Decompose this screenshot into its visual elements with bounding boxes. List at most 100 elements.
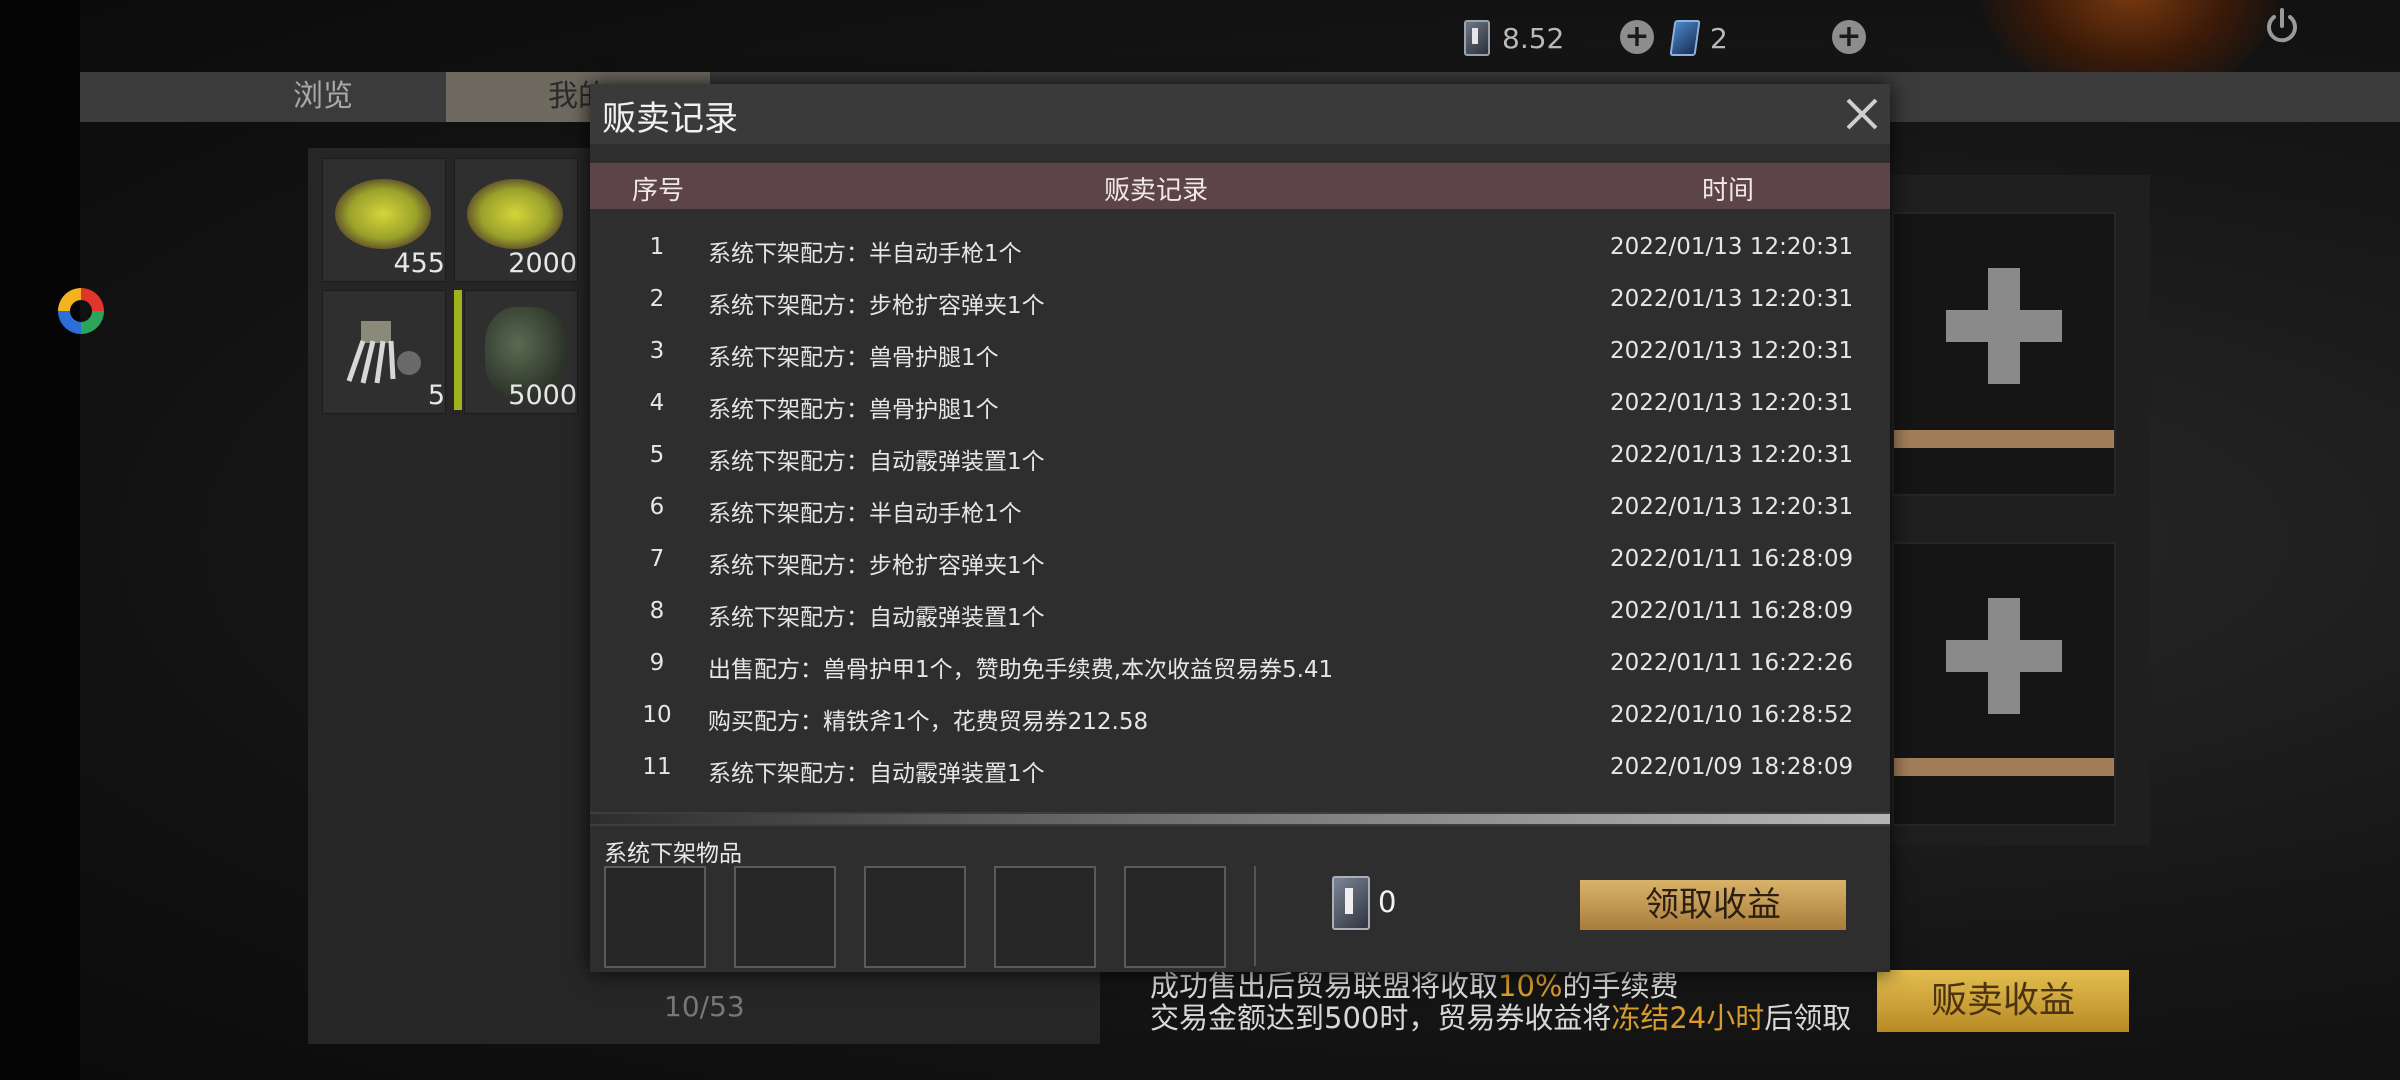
table-row: 10 购买配方：精铁斧1个，花费贸易券212.58 2022/01/10 16:…: [590, 690, 1890, 742]
table-row: 8 系统下架配方：自动霰弹装置1个 2022/01/11 16:28:09: [590, 586, 1890, 638]
delisted-slot[interactable]: [864, 866, 966, 968]
row-record: 系统下架配方：自动霰弹装置1个: [708, 449, 1045, 475]
row-record: 系统下架配方：步枪扩容弹夹1个: [708, 293, 1045, 319]
listing-slot-2[interactable]: [1892, 542, 2116, 826]
row-record: 系统下架配方：兽骨护腿1个: [708, 345, 999, 371]
divider: [1254, 866, 1256, 966]
row-index: 6: [649, 494, 665, 520]
row-index: 4: [649, 390, 665, 416]
row-time: 2022/01/09 18:28:09: [1610, 754, 1854, 780]
notice-highlight: 冻结24小时: [1611, 1001, 1765, 1035]
row-time: 2022/01/11 16:22:26: [1610, 650, 1854, 676]
delisted-slot[interactable]: [1124, 866, 1226, 968]
row-index: 8: [649, 598, 665, 624]
listing-slot-1[interactable]: [1892, 212, 2116, 496]
modal-header: [590, 84, 1890, 144]
item-count: 455: [393, 248, 445, 279]
delisted-slot[interactable]: [994, 866, 1096, 968]
table-row: 11 系统下架配方：自动霰弹装置1个 2022/01/09 18:28:09: [590, 742, 1890, 794]
close-button[interactable]: [1842, 94, 1882, 134]
tab-browse[interactable]: 浏览: [200, 72, 446, 122]
notice-text: 成功售出后贸易联盟将收取: [1150, 969, 1499, 1003]
item-count: 5: [427, 380, 445, 411]
inventory-slot[interactable]: 2000: [454, 158, 578, 282]
column-record: 贩卖记录: [1104, 176, 1209, 206]
table-header: 序号 贩卖记录 时间: [590, 163, 1890, 209]
table-row: 6 系统下架配方：半自动手枪1个 2022/01/13 12:20:31: [590, 482, 1890, 534]
row-record: 系统下架配方：自动霰弹装置1个: [708, 605, 1045, 631]
table-row: 5 系统下架配方：自动霰弹装置1个 2022/01/13 12:20:31: [590, 430, 1890, 482]
row-time: 2022/01/11 16:28:09: [1610, 598, 1854, 624]
table-row: 2 系统下架配方：步枪扩容弹夹1个 2022/01/13 12:20:31: [590, 274, 1890, 326]
delisted-slot[interactable]: [604, 866, 706, 968]
sell-earnings-button[interactable]: 贩卖收益: [1877, 970, 2129, 1032]
fee-notice: 成功售出后贸易联盟将收取10%的手续费 交易金额达到500时，贸易券收益将冻结2…: [1150, 970, 1851, 1034]
gem-amount: 2: [1710, 21, 1728, 55]
slot-stripe: [1894, 430, 2114, 448]
row-time: 2022/01/13 12:20:31: [1610, 390, 1854, 416]
inventory-slot[interactable]: 455: [322, 158, 446, 282]
yellow-powder-icon: [467, 179, 563, 249]
row-record: 出售配方：兽骨护甲1个，赞助免手续费,本次收益贸易券5.41: [708, 657, 1334, 683]
inventory-pager: 10/53: [664, 990, 745, 1023]
inventory-slot[interactable]: 5000: [464, 290, 578, 414]
row-record: 系统下架配方：步枪扩容弹夹1个: [708, 553, 1045, 579]
delisted-slot[interactable]: [734, 866, 836, 968]
row-index: 11: [642, 754, 672, 780]
claim-earnings-button[interactable]: 领取收益: [1580, 880, 1846, 930]
row-record: 系统下架配方：半自动手枪1个: [708, 241, 1022, 267]
row-time: 2022/01/13 12:20:31: [1610, 234, 1854, 260]
add-gems-button[interactable]: +: [1832, 20, 1866, 54]
table-row: 4 系统下架配方：兽骨护腿1个 2022/01/13 12:20:31: [590, 378, 1890, 430]
row-index: 9: [649, 650, 665, 676]
table-row: 1 系统下架配方：半自动手枪1个 2022/01/13 12:20:31: [590, 222, 1890, 274]
record-list[interactable]: 1 系统下架配方：半自动手枪1个 2022/01/13 12:20:31 2 系…: [590, 222, 1890, 814]
table-row: 9 出售配方：兽骨护甲1个，赞助免手续费,本次收益贸易券5.41 2022/01…: [590, 638, 1890, 690]
row-index: 2: [649, 286, 665, 312]
trade-ticket-icon: [1464, 20, 1490, 56]
ticket-amount: 8.52: [1502, 21, 1565, 55]
row-index: 3: [649, 338, 665, 364]
inventory-slot[interactable]: 5: [322, 290, 446, 414]
left-edge: [0, 0, 80, 1080]
delisted-items-label: 系统下架物品: [604, 841, 742, 867]
floating-assistant-icon[interactable]: [54, 284, 108, 338]
row-index: 5: [649, 442, 665, 468]
row-record: 系统下架配方：半自动手枪1个: [708, 501, 1022, 527]
row-index: 7: [649, 546, 665, 572]
row-time: 2022/01/10 16:28:52: [1610, 702, 1854, 728]
notice-highlight: 10%: [1498, 969, 1563, 1003]
spike-trap-icon: [346, 321, 421, 384]
row-record: 购买配方：精铁斧1个，花费贸易券212.58: [708, 709, 1149, 735]
plus-icon: [1946, 598, 2062, 714]
modal-title: 贩卖记录: [602, 99, 738, 139]
power-button[interactable]: [2262, 6, 2302, 46]
row-time: 2022/01/13 12:20:31: [1610, 286, 1854, 312]
scrollbar-thumb[interactable]: [590, 814, 1890, 824]
row-time: 2022/01/13 12:20:31: [1610, 442, 1854, 468]
item-count: 5000: [508, 380, 577, 411]
row-index: 10: [642, 702, 672, 728]
ticket-currency: 8.52: [1464, 18, 1564, 58]
row-time: 2022/01/11 16:28:09: [1610, 546, 1854, 572]
plus-icon: [1946, 268, 2062, 384]
row-time: 2022/01/13 12:20:31: [1610, 494, 1854, 520]
close-icon: [1846, 98, 1878, 130]
gem-currency: 2: [1669, 18, 1728, 58]
rarity-bar: [454, 290, 462, 410]
row-record: 系统下架配方：兽骨护腿1个: [708, 397, 999, 423]
slot-stripe: [1894, 758, 2114, 776]
row-index: 1: [649, 234, 665, 260]
notice-text: 的手续费: [1562, 969, 1679, 1003]
item-count: 2000: [508, 248, 577, 279]
pending-earnings: 0: [1378, 885, 1397, 919]
notice-text: 后领取: [1764, 1001, 1852, 1035]
yellow-powder-icon: [335, 179, 431, 249]
notice-text: 交易金额达到500时，贸易券收益将: [1150, 1001, 1612, 1035]
row-time: 2022/01/13 12:20:31: [1610, 338, 1854, 364]
column-index: 序号: [632, 176, 685, 206]
table-row: 7 系统下架配方：步枪扩容弹夹1个 2022/01/11 16:28:09: [590, 534, 1890, 586]
trade-ticket-icon: [1332, 876, 1370, 930]
power-icon: [2267, 8, 2297, 43]
add-tickets-button[interactable]: +: [1620, 20, 1654, 54]
